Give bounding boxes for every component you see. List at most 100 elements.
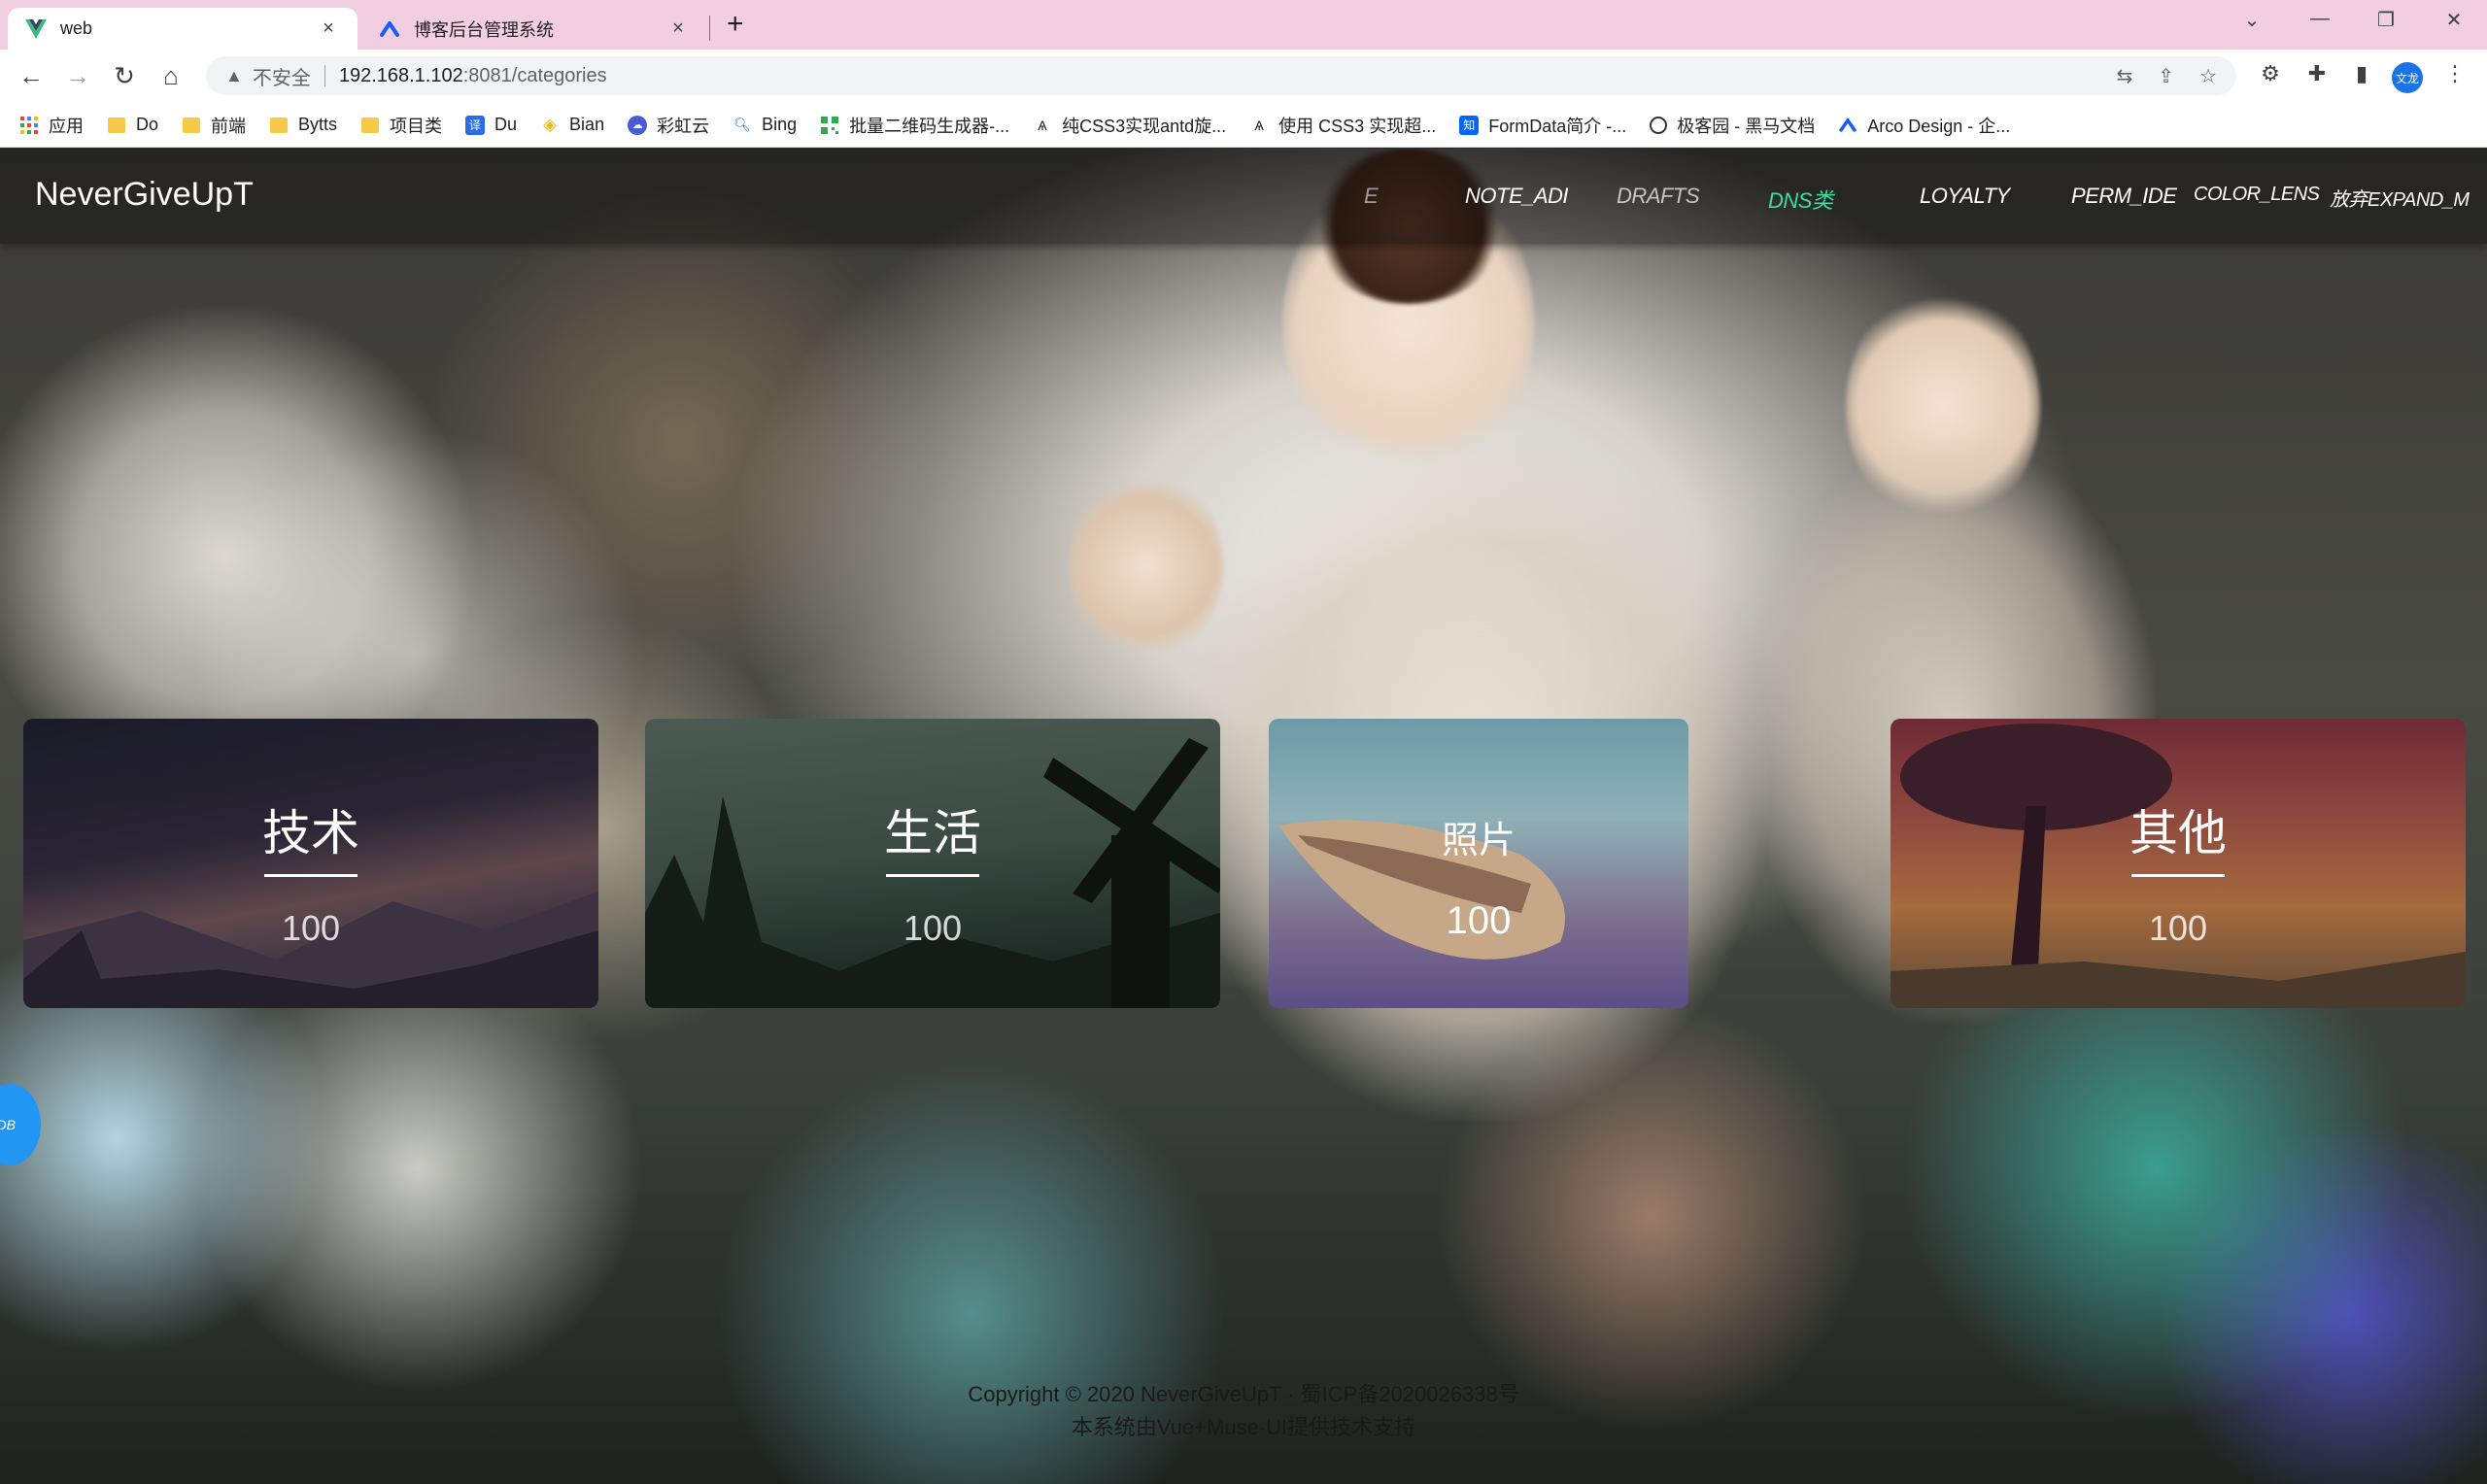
url-path: :8081/categories: [462, 64, 607, 86]
site-logo[interactable]: NeverGiveUpT: [35, 176, 254, 214]
menu-icon[interactable]: ⋮: [2440, 61, 2470, 86]
bookmark-folder[interactable]: Bytts: [269, 115, 337, 135]
arco-icon: [379, 18, 400, 40]
back-icon[interactable]: ←: [16, 61, 47, 90]
binance-icon: ◈: [543, 115, 557, 134]
tab-admin[interactable]: 博客后台管理系统 ×: [361, 8, 707, 50]
tree-illustration: [1891, 724, 2466, 1008]
nav-item-about[interactable]: LOYALTY: [1920, 184, 2010, 209]
powered-by-text: 本系统由Vue+Muse-UI提供技术支持: [1071, 1415, 1416, 1439]
side-panel-icon[interactable]: ▮: [2347, 61, 2376, 86]
css-icon: Ѧ: [1254, 117, 1264, 133]
bookmark-label: Arco Design - 企...: [1867, 116, 2011, 136]
minimize-button[interactable]: —: [2300, 8, 2339, 30]
bookmark-label: 彩虹云: [657, 116, 710, 136]
bookmark-label: FormData简介 -...: [1488, 116, 1627, 136]
bookmark-folder[interactable]: 前端: [182, 113, 246, 138]
bookmark-link[interactable]: 极客园 - 黑马文档: [1650, 113, 1815, 138]
bookmark-label: Bing: [762, 115, 798, 134]
address-bar[interactable]: ▲ 不安全 192.168.1.102 :8081/categories ⇆ ⇪…: [206, 56, 2236, 95]
nav-item-theme[interactable]: COLOR_LENS: [2194, 184, 2320, 206]
bookmark-link[interactable]: ◈ Bian: [540, 115, 604, 135]
nav-item-notes[interactable]: NOTE_ADI: [1465, 184, 1569, 209]
windmill-illustration: [645, 738, 1220, 1008]
browser-tab-bar: web × 博客后台管理系统 × + ⌄ — ❐ ✕: [0, 0, 2487, 50]
category-count: 100: [2148, 908, 2208, 948]
bookmark-label: 极客园 - 黑马文档: [1677, 116, 1816, 136]
category-card-other[interactable]: 其他 100: [1891, 719, 2466, 1008]
bookmark-label: 批量二维码生成器-...: [849, 116, 1010, 136]
category-count: 100: [281, 908, 341, 948]
close-icon[interactable]: ×: [666, 17, 690, 40]
category-card-life[interactable]: 生活 100: [645, 719, 1220, 1008]
bookmark-folder[interactable]: Do: [107, 115, 158, 135]
tab-web[interactable]: web ×: [8, 8, 358, 50]
browser-toolbar: ← → ↻ ⌂ ▲ 不安全 192.168.1.102 :8081/catego…: [0, 50, 2487, 103]
bookmark-link[interactable]: 译 Du: [465, 115, 517, 135]
avatar[interactable]: 文龙: [2392, 62, 2423, 93]
footer: Copyright © 2020 NeverGiveUpT · 蜀ICP备202…: [0, 1378, 2487, 1444]
bookmark-folder[interactable]: 项目类: [360, 113, 442, 138]
category-card-tech[interactable]: 技术 100: [23, 719, 598, 1008]
omnibox-actions: ⇆ ⇪ ☆: [2117, 64, 2217, 88]
bookmark-link[interactable]: Ѧ 纯CSS3实现antd旋...: [1033, 113, 1226, 138]
translate-icon[interactable]: ⇆: [2117, 64, 2133, 88]
bookmark-label: 纯CSS3实现antd旋...: [1062, 116, 1227, 136]
tab-divider: [709, 16, 710, 41]
bookmark-label: 前端: [211, 116, 247, 136]
category-title: 技术: [262, 806, 359, 860]
category-title: 其他: [2129, 806, 2227, 860]
bookmark-link[interactable]: Ѧ 使用 CSS3 实现超...: [1249, 113, 1436, 138]
tab-search-icon[interactable]: ⌄: [2232, 8, 2271, 32]
category-count: 100: [1446, 899, 1512, 942]
bookmark-link[interactable]: 🔍︎ Bing: [732, 115, 797, 135]
not-secure-label: 不安全: [252, 67, 311, 89]
bookmark-apps[interactable]: 应用: [19, 113, 84, 138]
tab-title: 博客后台管理系统: [414, 19, 554, 40]
translate-icon: 译: [465, 115, 486, 135]
search-icon: 🔍︎: [733, 117, 751, 132]
category-count: 100: [903, 908, 963, 948]
nav-item-drafts[interactable]: DRAFTS: [1617, 184, 1700, 209]
url-host: 192.168.1.102: [338, 64, 463, 86]
reload-icon[interactable]: ↻: [109, 61, 140, 90]
vue-icon: [25, 18, 47, 40]
zhihu-icon: 知: [1459, 115, 1480, 135]
nav-item-categories[interactable]: DNS类: [1768, 184, 1833, 215]
nav-item-more[interactable]: 放弃EXPAND_M: [2330, 184, 2470, 212]
bookmark-label: Bian: [569, 115, 605, 134]
folder-icon: [107, 116, 126, 135]
title-underline: [264, 874, 358, 877]
tab-title: web: [60, 18, 93, 38]
bookmark-link[interactable]: 批量二维码生成器-...: [820, 113, 1009, 138]
css-icon: Ѧ: [1038, 117, 1047, 133]
bookmark-link[interactable]: 知 FormData简介 -...: [1459, 113, 1626, 138]
divider: [324, 65, 325, 86]
star-icon[interactable]: ☆: [2199, 64, 2217, 88]
warning-icon: ▲: [225, 65, 243, 85]
bookmark-label: Bytts: [298, 115, 338, 134]
close-window-button[interactable]: ✕: [2435, 8, 2473, 32]
folder-icon: [269, 116, 289, 135]
forward-icon[interactable]: →: [62, 61, 93, 90]
title-underline: [886, 874, 979, 877]
new-tab-button[interactable]: +: [727, 10, 744, 39]
nav-item-messages[interactable]: PERM_IDE: [2071, 184, 2177, 209]
close-icon[interactable]: ×: [317, 17, 340, 40]
restore-button[interactable]: ❐: [2367, 8, 2405, 32]
qrcode-icon: [820, 116, 839, 135]
bookmark-link[interactable]: Arco Design - 企...: [1838, 113, 2010, 138]
category-card-photos[interactable]: 照片 100: [1269, 719, 1688, 1008]
share-icon[interactable]: ⇪: [2158, 64, 2174, 88]
extension-badge-icon[interactable]: ⚙: [2256, 61, 2285, 86]
bookmark-label: 项目类: [390, 116, 443, 136]
bookmark-label: 应用: [49, 116, 84, 136]
folder-icon: [182, 116, 201, 135]
bookmark-link[interactable]: ☁ 彩虹云: [628, 113, 709, 138]
home-icon[interactable]: ⌂: [155, 61, 187, 90]
bookmarks-bar: 应用 Do 前端 Bytts 项目类 译 Du ◈ Bian ☁ 彩虹云 🔍︎ Bing…: [0, 103, 2487, 148]
floating-action-button[interactable]: DB: [0, 1084, 41, 1165]
title-underline: [2131, 874, 2225, 877]
apps-grid-icon: [19, 116, 39, 135]
puzzle-icon[interactable]: ✚: [2302, 61, 2332, 86]
